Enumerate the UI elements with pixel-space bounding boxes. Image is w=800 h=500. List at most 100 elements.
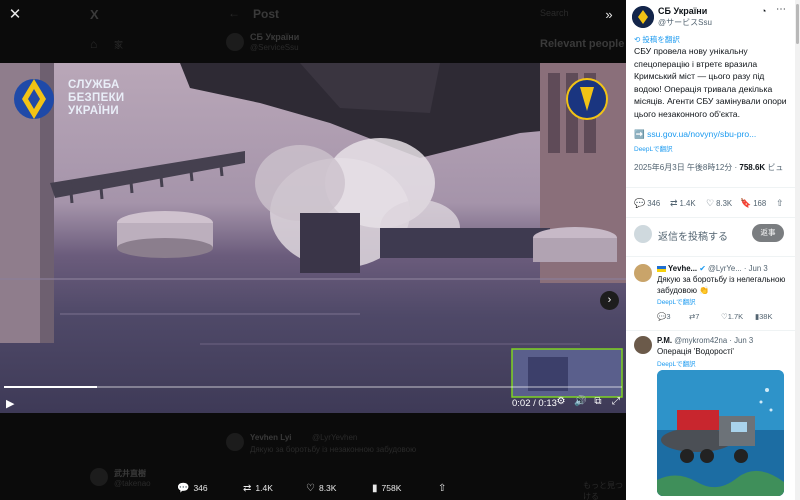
reply-view-count[interactable]: ▮ 38K — [755, 312, 773, 321]
settings-icon[interactable]: ⚙ — [555, 396, 567, 408]
scrollbar-thumb[interactable] — [796, 4, 799, 44]
share-icon: ⇧ — [438, 483, 447, 494]
app-window: X ← Post Search ⌂ 家 СБ України @ServiceS… — [0, 0, 800, 500]
reply-like-count[interactable]: ♡ 1.7K — [721, 312, 743, 321]
relevant-people-heading: Relevant people — [540, 38, 625, 50]
reply-input[interactable]: 返信を投稿する — [658, 228, 728, 243]
avatar[interactable] — [632, 6, 654, 28]
chevron-right-icon[interactable]: › — [600, 291, 619, 310]
watermark-line: БЕЗПЕКИ — [68, 92, 125, 104]
like-count-button[interactable]: ♡ 8.3K — [306, 483, 336, 494]
home-icon: ⌂ — [90, 37, 98, 51]
sbu-avatar-logo — [632, 6, 654, 28]
fullscreen-icon[interactable]: ⤢ — [610, 396, 622, 408]
reply-image[interactable] — [657, 370, 784, 496]
share-button[interactable]: ⇧ — [438, 483, 450, 494]
reply-reply-count[interactable]: 💬 3 — [657, 312, 671, 321]
reply-author[interactable]: P.M. — [657, 336, 672, 345]
heart-icon: ♡ — [706, 198, 715, 208]
translate-label: 投稿を翻訳 — [642, 35, 680, 44]
deepl-translate-link[interactable]: DeepLで翻訳 — [657, 358, 696, 368]
reply-action[interactable]: 💬 346 — [634, 198, 660, 209]
post-link[interactable]: ➡️ ssu.gov.ua/novyny/sbu-pro... — [634, 129, 756, 140]
grok-icon[interactable]: ◔ — [761, 6, 766, 16]
play-icon[interactable]: ▶ — [6, 397, 14, 410]
time-readout: 0:02 / 0:13 — [512, 398, 557, 409]
repost-count-button[interactable]: ⇄ 1.4K — [243, 483, 273, 494]
author-name[interactable]: СБ України — [658, 6, 707, 16]
deepl-translate-link[interactable]: DeepLで翻訳 — [657, 296, 696, 306]
reply-repost-count[interactable]: ⇄ 7 — [689, 312, 699, 321]
reply-icon: 💬 — [634, 198, 646, 208]
reply-composer: 返信を投稿する 返事 — [626, 222, 795, 250]
volume-icon[interactable]: 🔊 — [574, 396, 586, 408]
scrollbar[interactable] — [795, 0, 800, 500]
search-hint: Search — [540, 8, 569, 18]
bg-reply-avatar — [226, 433, 244, 451]
author-handle[interactable]: @サービスSsu — [658, 17, 712, 28]
sbu-emblem-logo — [14, 79, 54, 119]
share-action[interactable]: ⇧ — [776, 198, 786, 209]
repost-icon: ⇄ — [243, 483, 252, 494]
post-views: 758.6K — [739, 163, 766, 172]
divider — [626, 217, 795, 218]
translate-post-link[interactable]: ⟲ 投稿を翻訳 — [634, 34, 680, 45]
divider — [626, 330, 795, 331]
post-timestamp[interactable]: 2025年6月3日 午後8時12分 · — [634, 163, 739, 172]
bg-author-handle: @ServiceSsu — [250, 43, 299, 52]
pip-icon[interactable]: ⧉ — [592, 396, 604, 408]
collapse-panel-icon[interactable]: » — [600, 6, 618, 24]
repost-action[interactable]: ⇄ 1.4K — [670, 198, 696, 209]
engagement-bar: 💬 346 ⇄ 1.4K ♡ 8.3K ▮ 758K ⇧ — [0, 470, 626, 500]
avatar[interactable] — [634, 336, 652, 354]
count: 1.7K — [727, 312, 744, 321]
bookmark-action[interactable]: 🔖 168 — [740, 198, 766, 209]
post-text: СБУ провела нову унікальну спецоперацію … — [634, 46, 787, 119]
divider — [626, 256, 795, 257]
repost-count: 1.4K — [679, 199, 696, 208]
bg-reply-handle: @LyrYevhen — [312, 433, 358, 442]
reply-header: Yevhe... ✔ @LyrYe... · Jun 3 — [657, 264, 768, 273]
ukraine-flag-icon — [657, 265, 666, 272]
x-logo: X — [90, 7, 99, 22]
video-player[interactable]: СЛУЖБА БЕЗПЕКИ УКРАЇНИ › — [0, 63, 626, 413]
view-count-button[interactable]: ▮ 758K — [372, 483, 401, 494]
media-viewer: X ← Post Search ⌂ 家 СБ України @ServiceS… — [0, 0, 626, 500]
views-icon: ▮ — [372, 483, 378, 494]
repost-icon: ⇄ — [670, 198, 678, 208]
reply-author[interactable]: Yevhe... — [668, 264, 697, 273]
more-options-icon[interactable]: ⋯ — [776, 4, 786, 15]
repost-count: 1.4K — [255, 483, 273, 493]
reply-count: 346 — [647, 199, 661, 208]
reply-text: Операція 'Водорості' — [657, 347, 734, 356]
reply-actions: 💬 3 ⇄ 7 ♡ 1.7K ▮ 38K — [657, 312, 793, 324]
reply-text: Дякую за боротьбу із нелегальною забудов… — [657, 275, 786, 295]
bg-author-avatar — [226, 33, 244, 51]
close-icon[interactable]: ✕ — [6, 6, 24, 24]
post-views-suffix: ビュ — [765, 163, 784, 172]
avatar[interactable] — [634, 264, 652, 282]
count: 7 — [695, 312, 700, 321]
bg-reply-author: Yevhen Lyi — [250, 433, 292, 442]
count: 38K — [759, 312, 773, 321]
reply-item[interactable]: Yevhe... ✔ @LyrYe... · Jun 3 Дякую за бо… — [626, 264, 795, 328]
share-icon: ⇧ — [776, 198, 784, 208]
post-meta: 2025年6月3日 午後8時12分 · 758.6K ビュ — [634, 162, 783, 173]
view-count: 758K — [381, 483, 402, 493]
divider — [626, 187, 795, 188]
count: 3 — [666, 312, 671, 321]
reply-count-button[interactable]: 💬 346 — [177, 483, 208, 494]
reply-button[interactable]: 返事 — [752, 224, 784, 242]
back-arrow-icon: ← — [228, 6, 240, 20]
progress-bar[interactable] — [4, 386, 622, 388]
like-count: 8.3K — [318, 483, 337, 493]
reply-date: · Jun 3 — [743, 264, 768, 273]
like-count: 8.3K — [716, 199, 733, 208]
bg-reply-text: Дякую за боротьбу із незаконною забудово… — [250, 445, 417, 454]
reply-icon: 💬 — [177, 483, 190, 494]
video-controls: ▶ 0:02 / 0:13 ⚙ 🔊 ⧉ ⤢ — [0, 380, 626, 414]
heart-icon: ♡ — [306, 483, 315, 494]
reply-item[interactable]: P.M. @mykrom42na · Jun 3 Операція 'Водор… — [626, 336, 795, 500]
like-action[interactable]: ♡ 8.3K — [706, 198, 732, 209]
deepl-translate-link[interactable]: DeepLで翻訳 — [634, 143, 673, 153]
